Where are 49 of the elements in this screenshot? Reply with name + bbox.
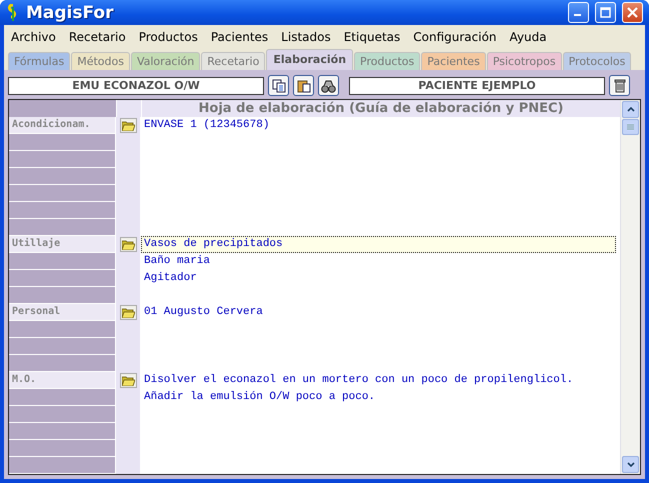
patient-field[interactable]: PACIENTE EJEMPLO	[349, 76, 605, 94]
close-button[interactable]	[622, 2, 643, 23]
close-icon	[627, 7, 638, 18]
sheet-line[interactable]: Agitador	[141, 270, 616, 287]
binoculars-icon[interactable]	[318, 75, 339, 96]
menu-item[interactable]: Etiquetas	[338, 30, 406, 44]
scroll-thumb[interactable]	[622, 119, 639, 135]
section-label: Utillaje	[9, 236, 116, 253]
maximize-button[interactable]	[595, 2, 616, 23]
menu-item[interactable]: Listados	[276, 30, 336, 44]
caret-down-icon	[626, 462, 634, 467]
menu-item[interactable]: Archivo	[6, 30, 61, 44]
open-folder-button[interactable]	[120, 118, 136, 133]
sheet-line[interactable]: Baño maria	[141, 253, 616, 270]
menu-item[interactable]: Productos	[134, 30, 203, 44]
section-label: M.O.	[9, 372, 116, 389]
open-folder-button[interactable]	[120, 373, 136, 388]
menu-item[interactable]: Ayuda	[504, 30, 552, 44]
tab[interactable]: Recetario	[201, 52, 266, 70]
sheet-line[interactable]: Disolver el econazol en un mortero con un poco de propilenglicol.	[141, 372, 616, 389]
sheet-line[interactable]: 01 Augusto Cervera	[141, 304, 616, 321]
sheet-line[interactable]: Añadir la emulsión O/W poco a poco.	[141, 389, 616, 406]
scrollbar[interactable]	[620, 100, 640, 474]
tab[interactable]: Elaboración	[266, 49, 354, 70]
scroll-down-button[interactable]	[622, 456, 639, 473]
minimize-button[interactable]	[568, 2, 589, 23]
folder-icon	[122, 376, 134, 386]
folder-icon	[122, 240, 134, 250]
sheet-title: Hoja de elaboración (Guía de elaboración y PNEC)	[142, 100, 620, 117]
trash-icon[interactable]	[609, 75, 630, 96]
menu-item[interactable]: Configuración	[408, 30, 502, 44]
menu-item[interactable]: Recetario	[64, 30, 131, 44]
caret-up-icon	[626, 107, 634, 112]
section-label: Personal	[9, 304, 116, 321]
tab[interactable]: Métodos	[71, 52, 130, 70]
maximize-icon	[600, 7, 611, 18]
section-label: Acondicionam.	[9, 117, 116, 134]
paste-icon[interactable]	[293, 75, 314, 96]
sheet-line[interactable]: ENVASE 1 (12345678)	[141, 117, 616, 134]
folder-icon	[122, 308, 134, 318]
folder-icon	[122, 120, 134, 130]
window-title: MagisFor	[26, 2, 114, 22]
menu-item[interactable]: Pacientes	[206, 30, 274, 44]
open-folder-button[interactable]	[120, 237, 136, 252]
grip-icon	[627, 124, 634, 130]
copy-icon[interactable]	[268, 75, 289, 96]
open-folder-button[interactable]	[120, 305, 136, 320]
scroll-up-button[interactable]	[622, 101, 639, 118]
formula-field[interactable]: EMU ECONAZOL O/W	[8, 76, 264, 94]
